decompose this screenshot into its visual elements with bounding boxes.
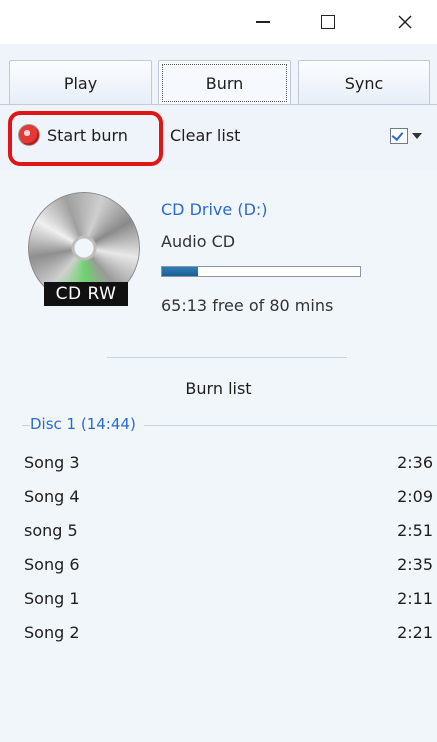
- clear-list-button[interactable]: Clear list: [170, 118, 240, 152]
- list-item[interactable]: Song 4 2:09: [0, 484, 437, 518]
- tab-sync-label: Sync: [344, 73, 384, 93]
- list-item[interactable]: Song 6 2:35: [0, 552, 437, 586]
- song-title: Song 2: [24, 623, 80, 642]
- burn-icon: [18, 124, 40, 146]
- song-title: song 5: [24, 521, 78, 540]
- song-duration: 2:51: [397, 521, 433, 540]
- song-duration: 2:35: [397, 555, 433, 574]
- tab-burn[interactable]: Burn: [158, 60, 291, 105]
- song-duration: 2:11: [397, 589, 433, 608]
- free-space-text: 65:13 free of 80 mins: [161, 296, 334, 315]
- checklist-icon: [390, 128, 408, 144]
- cd-rw-label: CD RW: [44, 282, 128, 306]
- maximize-icon: [321, 15, 335, 29]
- title-bar: [0, 0, 437, 44]
- start-burn-label: Start burn: [47, 125, 128, 145]
- clear-list-label: Clear list: [170, 125, 241, 145]
- song-duration: 2:36: [397, 453, 433, 472]
- list-item[interactable]: song 5 2:51: [0, 518, 437, 552]
- maximize-button[interactable]: [305, 4, 351, 40]
- list-item[interactable]: Song 1 2:11: [0, 586, 437, 620]
- start-burn-button[interactable]: Start burn: [18, 118, 128, 152]
- song-duration: 2:09: [397, 487, 433, 506]
- list-item[interactable]: Song 3 2:36: [0, 450, 437, 484]
- section-divider: [107, 357, 347, 358]
- close-icon: [398, 15, 412, 29]
- song-title: Song 6: [24, 555, 80, 574]
- song-list: Song 3 2:36 Song 4 2:09 song 5 2:51 Song…: [0, 450, 437, 654]
- media-type: Audio CD: [161, 232, 236, 251]
- tab-sync[interactable]: Sync: [298, 60, 430, 105]
- tab-play[interactable]: Play: [9, 60, 152, 105]
- disc-header[interactable]: Disc 1 (14:44): [30, 415, 144, 433]
- disc-usage-fill: [162, 267, 198, 276]
- burn-list-title: Burn list: [185, 379, 252, 398]
- minimize-icon: [256, 21, 270, 23]
- drive-name-link[interactable]: CD Drive (D:): [161, 200, 268, 219]
- song-title: Song 4: [24, 487, 80, 506]
- tab-focus-outline: [162, 64, 287, 102]
- song-title: Song 1: [24, 589, 80, 608]
- chevron-down-icon: [412, 133, 422, 139]
- tab-divider: [0, 104, 437, 105]
- song-title: Song 3: [24, 453, 80, 472]
- burn-options-button[interactable]: [390, 126, 430, 146]
- close-button[interactable]: [382, 4, 428, 40]
- disc-usage-bar: [161, 266, 361, 277]
- checkmark-icon: [391, 128, 404, 142]
- song-duration: 2:21: [397, 623, 433, 642]
- minimize-button[interactable]: [240, 4, 286, 40]
- list-item[interactable]: Song 2 2:21: [0, 620, 437, 654]
- tab-play-label: Play: [63, 73, 98, 93]
